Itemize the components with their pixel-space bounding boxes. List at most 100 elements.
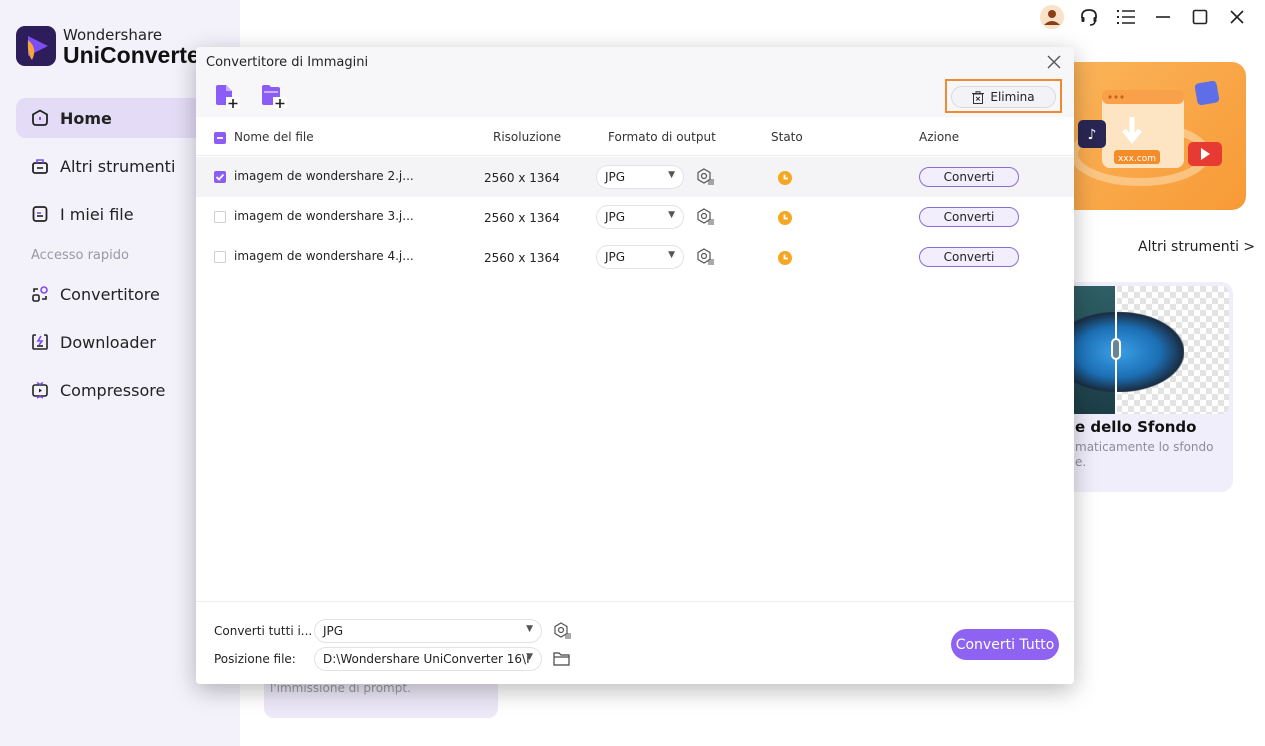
download-icon (30, 332, 50, 352)
format-select[interactable]: JPG ▼ (596, 245, 684, 269)
sidebar-item-label: Altri strumenti (60, 156, 176, 176)
add-folder-icon (262, 85, 287, 109)
compress-icon (30, 380, 50, 400)
dialog-title: Convertitore di Immagini (206, 55, 369, 70)
file-resolution: 2560 x 1364 (484, 211, 560, 225)
format-settings-button[interactable] (695, 247, 715, 267)
minimize-button[interactable] (1144, 6, 1181, 32)
svg-text:xxx.com: xxx.com (1118, 154, 1156, 164)
pending-clock-icon (778, 171, 792, 185)
card-description-line: maticamente lo sfondo (1075, 440, 1214, 454)
settings-icon (554, 622, 571, 639)
headset-icon (1079, 7, 1099, 31)
file-name: imagem de wondershare 4.j... (234, 249, 414, 263)
maximize-icon (1192, 9, 1208, 29)
compare-slider-handle[interactable] (1111, 338, 1121, 360)
close-window-button[interactable] (1218, 6, 1255, 32)
card-description: maticamente lo sfondo e. (1075, 440, 1214, 470)
maximize-button[interactable] (1181, 6, 1218, 32)
column-name: Nome del file (234, 130, 314, 144)
download-illustration: xxx.com ♪ (1070, 80, 1222, 186)
file-name: imagem de wondershare 2.j... (234, 169, 414, 183)
convert-button[interactable]: Converti (919, 247, 1019, 267)
sidebar-item-label: Convertitore (60, 284, 160, 304)
file-resolution: 2560 x 1364 (484, 171, 560, 185)
format-value: JPG (605, 210, 626, 224)
table-header: Nome del file Risoluzione Formato di out… (196, 118, 1074, 156)
dialog-header: Convertitore di Immagini Elimina (196, 47, 1074, 117)
row-checkbox[interactable] (214, 171, 226, 183)
quick-access-heading: Accesso rapido (31, 248, 129, 263)
sidebar-item-label: Downloader (60, 332, 156, 352)
pending-clock-icon (778, 251, 792, 265)
file-resolution: 2560 x 1364 (484, 251, 560, 265)
chevron-down-icon: ▼ (526, 624, 533, 634)
avatar-button[interactable] (1033, 5, 1070, 33)
column-status: Stato (771, 130, 803, 144)
close-icon (1047, 55, 1061, 69)
settings-icon (697, 168, 714, 185)
table-row[interactable]: imagem de wondershare 4.j... 2560 x 1364… (196, 237, 1074, 277)
column-resolution: Risoluzione (493, 130, 562, 144)
more-tools-link[interactable]: Altri strumenti > (1138, 239, 1255, 255)
file-icon (30, 204, 50, 224)
convert-all-settings-button[interactable] (552, 621, 572, 641)
convert-icon (30, 284, 50, 304)
check-icon (215, 173, 225, 181)
table-row[interactable]: imagem de wondershare 2.j... 2560 x 1364… (196, 157, 1074, 197)
sidebar-item-label: Home (60, 108, 112, 128)
card-title: e dello Sfondo (1075, 418, 1197, 436)
delete-button[interactable]: Elimina (951, 86, 1056, 108)
support-button[interactable] (1070, 6, 1107, 32)
close-icon (1229, 9, 1245, 29)
downloader-banner[interactable]: xxx.com ♪ (1070, 62, 1246, 210)
column-format: Formato di output (608, 130, 716, 144)
format-select[interactable]: JPG ▼ (596, 205, 684, 229)
chevron-down-icon: ▼ (668, 210, 675, 220)
sidebar-item-label: Compressore (60, 380, 166, 400)
minimize-icon (1155, 9, 1171, 29)
background-remover-card[interactable]: e dello Sfondo maticamente lo sfondo e. (1060, 282, 1233, 492)
convert-all-label: Converti tutti i... (214, 624, 313, 638)
add-file-icon (216, 85, 240, 109)
folder-icon (553, 652, 570, 666)
image-converter-dialog: Convertitore di Immagini Elimina Nome de… (196, 47, 1074, 684)
avatar-icon (1039, 5, 1064, 33)
chevron-down-icon: ▼ (526, 652, 533, 662)
settings-icon (697, 248, 714, 265)
add-file-button[interactable] (214, 84, 242, 110)
format-select[interactable]: JPG ▼ (596, 165, 684, 189)
file-location-value: D:\Wondershare UniConverter 16\I (323, 652, 530, 666)
dialog-footer: Converti tutti i... JPG ▼ Posizione file… (196, 601, 1074, 684)
window-controls (1033, 5, 1255, 33)
format-settings-button[interactable] (695, 167, 715, 187)
app-logo (16, 26, 56, 66)
convert-all-button[interactable]: Converti Tutto (951, 629, 1059, 660)
sidebar-item-label: I miei file (60, 204, 134, 224)
convert-button[interactable]: Converti (919, 167, 1019, 187)
chevron-down-icon: ▼ (668, 250, 675, 260)
butterfly-image (1074, 312, 1184, 392)
add-folder-button[interactable] (260, 84, 288, 110)
menu-button[interactable] (1107, 6, 1144, 32)
row-checkbox[interactable] (214, 251, 226, 263)
toolbox-icon (30, 156, 50, 176)
menu-icon (1116, 9, 1135, 29)
dialog-close-button[interactable] (1046, 54, 1062, 70)
file-location-label: Posizione file: (214, 652, 296, 666)
convert-all-format-select[interactable]: JPG ▼ (314, 619, 542, 643)
brand-product: UniConverter (63, 42, 209, 68)
pending-clock-icon (778, 211, 792, 225)
file-location-select[interactable]: D:\Wondershare UniConverter 16\I ▼ (314, 647, 542, 671)
chevron-down-icon: ▼ (668, 170, 675, 180)
home-icon (30, 108, 50, 128)
delete-highlight: Elimina (945, 79, 1062, 113)
row-checkbox[interactable] (214, 211, 226, 223)
convert-button[interactable]: Converti (919, 207, 1019, 227)
open-folder-button[interactable] (552, 649, 572, 669)
format-settings-button[interactable] (695, 207, 715, 227)
table-row[interactable]: imagem de wondershare 3.j... 2560 x 1364… (196, 197, 1074, 237)
delete-label: Elimina (990, 90, 1035, 104)
trash-icon (972, 90, 985, 104)
select-all-checkbox[interactable] (214, 132, 226, 144)
